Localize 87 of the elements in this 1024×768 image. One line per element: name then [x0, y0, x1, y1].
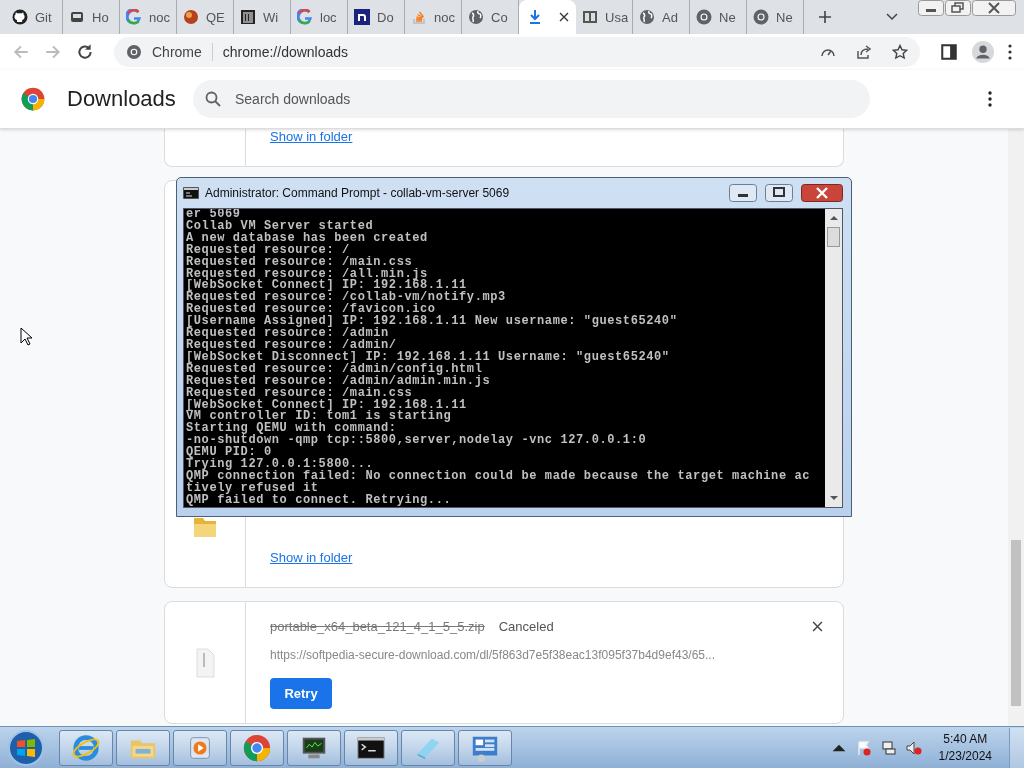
chevron-down-icon[interactable]	[886, 13, 898, 21]
plus-icon[interactable]	[818, 10, 832, 24]
console-line: Trying 127.0.0.1:5800...	[186, 459, 374, 471]
scroll-thumb[interactable]	[827, 227, 840, 247]
address-bar[interactable]: Chrome chrome://downloads	[114, 37, 920, 67]
scrollbar[interactable]	[1008, 129, 1024, 726]
cat-logo-icon	[12, 9, 28, 25]
page-title: Downloads	[67, 86, 177, 112]
more-icon[interactable]	[988, 91, 992, 107]
chrome-logo-icon	[242, 732, 272, 763]
console-line: Requested resource: /admin	[186, 328, 389, 340]
url-text: chrome://downloads	[222, 44, 349, 60]
google-g-icon	[297, 9, 313, 25]
browser-tab[interactable]: Ho	[63, 0, 120, 34]
search-icon	[205, 91, 221, 107]
close-icon[interactable]	[972, 0, 1016, 16]
scroll-thumb[interactable]	[1011, 540, 1021, 706]
globe-icon	[639, 9, 655, 25]
restore-icon[interactable]	[945, 0, 971, 16]
browser-tab[interactable]: Usa	[576, 0, 633, 34]
console-line: [WebSocket Disconnect] IP: 192.168.1.11 Username: "guest65240"	[186, 351, 671, 364]
share-icon[interactable]	[856, 44, 872, 60]
chrome-logo-icon	[126, 44, 142, 60]
close-icon[interactable]	[801, 184, 843, 202]
show-in-folder-link[interactable]: Show in folder	[270, 129, 353, 144]
network-icon[interactable]	[880, 739, 897, 756]
browser-tab[interactable]: loc	[291, 0, 348, 34]
chrome-logo-icon	[20, 86, 46, 112]
chrome-logo-icon	[696, 9, 712, 25]
taskbar-button[interactable]	[344, 729, 398, 766]
book-icon	[582, 9, 598, 25]
search-field[interactable]: Search downloads	[193, 80, 870, 118]
speaker-muted-icon[interactable]	[905, 739, 922, 756]
console-line: Collab VM Server started	[186, 220, 374, 233]
chrome-logo-icon	[753, 9, 769, 25]
browser-tab[interactable]: noc	[405, 0, 462, 34]
stack-icon	[411, 9, 427, 25]
download-status: Canceled	[498, 619, 554, 634]
terminal-icon	[183, 187, 199, 199]
browser-tab[interactable]: Do	[348, 0, 405, 34]
start-button[interactable]	[6, 727, 46, 768]
browser-tab[interactable]: Wi	[234, 0, 291, 34]
close-icon[interactable]	[559, 12, 569, 22]
minimize-icon[interactable]	[918, 0, 944, 16]
download-url: https://softpedia-secure-download.com/dl/5f863d7e5f38eac13f095f37b4d9ef43/65...	[270, 648, 716, 662]
console-line: Requested resource: /admin/config.html	[186, 363, 483, 376]
reload-icon[interactable]	[76, 43, 94, 61]
window-title: Administrator: Command Prompt - collab-vm-server 5069	[205, 186, 510, 200]
scrollbar[interactable]	[825, 209, 842, 507]
browser-tab[interactable]: Ne	[690, 0, 747, 34]
clock-date[interactable]: 1/23/2024	[938, 747, 992, 765]
close-icon[interactable]	[812, 621, 823, 632]
file-name: portable_x64_beta_121_4_1_5_5.zip	[270, 619, 485, 634]
console-line: er 5069	[186, 209, 241, 221]
browser-tab[interactable]: Ne	[747, 0, 804, 34]
robot-icon	[69, 9, 85, 25]
n-logo-icon	[354, 9, 370, 25]
orb-icon	[183, 9, 199, 25]
site-label: Chrome	[152, 44, 202, 60]
side-panel-icon[interactable]	[940, 43, 958, 61]
browser-tab[interactable]: Git	[6, 0, 63, 34]
minimize-icon[interactable]	[729, 184, 757, 202]
maximize-icon[interactable]	[765, 184, 793, 202]
e-logo-icon	[71, 732, 101, 763]
file-icon	[193, 646, 217, 679]
browser-tab[interactable]	[519, 0, 576, 34]
google-g-icon	[126, 9, 142, 25]
flag-icon[interactable]	[855, 739, 872, 756]
console-line: Requested resource: /admin/	[186, 339, 397, 352]
more-icon[interactable]	[1008, 44, 1012, 60]
console-line: QMP failed to connect. Retrying...	[186, 494, 453, 507]
download-icon	[527, 9, 543, 25]
console-line: QMP connection failed: No connection could be made because the target machine ac	[186, 470, 812, 483]
browser-tab[interactable]: QE	[177, 0, 234, 34]
globe-icon	[468, 9, 484, 25]
mouse-cursor-icon	[20, 327, 32, 346]
browser-tab[interactable]: noc	[120, 0, 177, 34]
browser-tab[interactable]: Ad	[633, 0, 690, 34]
console-line: A new database has been created	[186, 232, 429, 245]
profile-avatar-icon[interactable]	[972, 41, 994, 63]
columns-icon	[240, 9, 256, 25]
console-line: tively refused it	[186, 482, 319, 495]
retry-button[interactable]: Retry	[270, 678, 332, 709]
show-in-folder-link[interactable]: Show in folder	[270, 550, 353, 565]
star-icon[interactable]	[892, 44, 908, 60]
taskbar-button[interactable]	[287, 729, 341, 766]
clock-time[interactable]: 5:40 AM	[943, 730, 988, 748]
